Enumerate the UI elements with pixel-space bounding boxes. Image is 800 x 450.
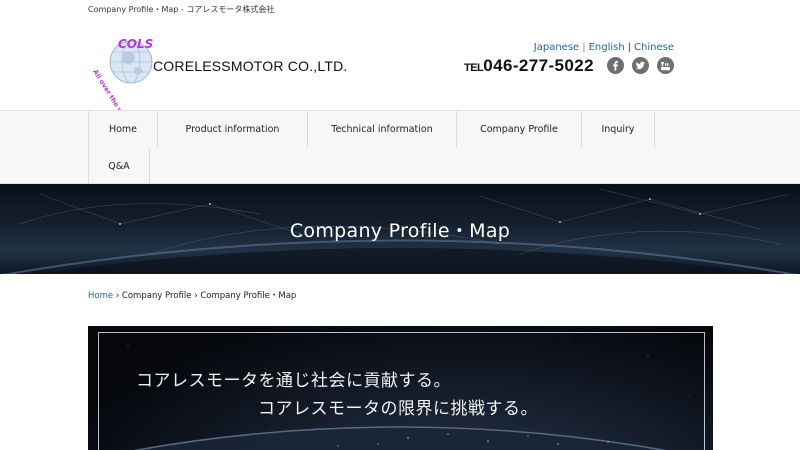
breadcrumb-home-link[interactable]: Home [88,291,113,301]
banner-slogan-line2: コアレスモータの限界に挑戦する。 [258,399,538,419]
twitter-button[interactable] [632,57,649,74]
breadcrumb-current: Company Profile・Map [200,291,297,301]
facebook-button[interactable] [607,57,624,74]
company-banner-image: コアレスモータを通じ社会に貢献する。 コアレスモータの限界に挑戦する。 [88,326,713,450]
main-navigation: Home Product information Technical infor… [0,110,800,185]
nav-inquiry[interactable]: Inquiry [581,111,655,148]
breadcrumb-separator: › [115,291,120,301]
language-switcher: Japanese | English | Chinese [534,42,674,53]
lang-separator: | [627,42,632,53]
page-hero: Company Profile・Map [0,184,800,274]
logo-text: COLS [118,37,154,51]
nav-qa[interactable]: Q&A [88,148,150,185]
company-name: CORELESSMOTOR CO.,LTD. [153,58,348,74]
nav-product-information[interactable]: Product information [157,111,307,148]
nav-technical-information[interactable]: Technical information [307,111,456,148]
lang-separator: | [582,42,586,53]
company-logo[interactable]: COLS All over the world [91,34,160,128]
banner-slogan-line1: コアレスモータを通じ社会に貢献する。 [136,371,451,391]
tel-number: 046-277-5022 [483,56,594,75]
tel-label: TEL [464,62,484,74]
lang-japanese-link[interactable]: Japanese [534,42,579,53]
lang-chinese-link[interactable]: Chinese [634,42,674,53]
youtube-icon [661,62,670,71]
breadcrumb-company-profile[interactable]: Company Profile [122,291,192,301]
youtube-button[interactable] [657,57,674,74]
banner-frame [98,332,705,450]
site-title-bar: Company Profile・Map - コアレスモータ株式会社 [88,5,275,14]
breadcrumb: Home › Company Profile › Company Profile… [88,289,296,301]
twitter-icon [635,61,645,70]
lang-english-link[interactable]: English [589,42,625,53]
breadcrumb-separator: › [194,291,198,301]
nav-home[interactable]: Home [88,111,157,148]
facebook-icon [613,61,618,71]
nav-company-profile[interactable]: Company Profile [456,111,581,148]
phone-number: TEL046-277-5022 [464,56,594,76]
page-title: Company Profile・Map [289,220,511,242]
